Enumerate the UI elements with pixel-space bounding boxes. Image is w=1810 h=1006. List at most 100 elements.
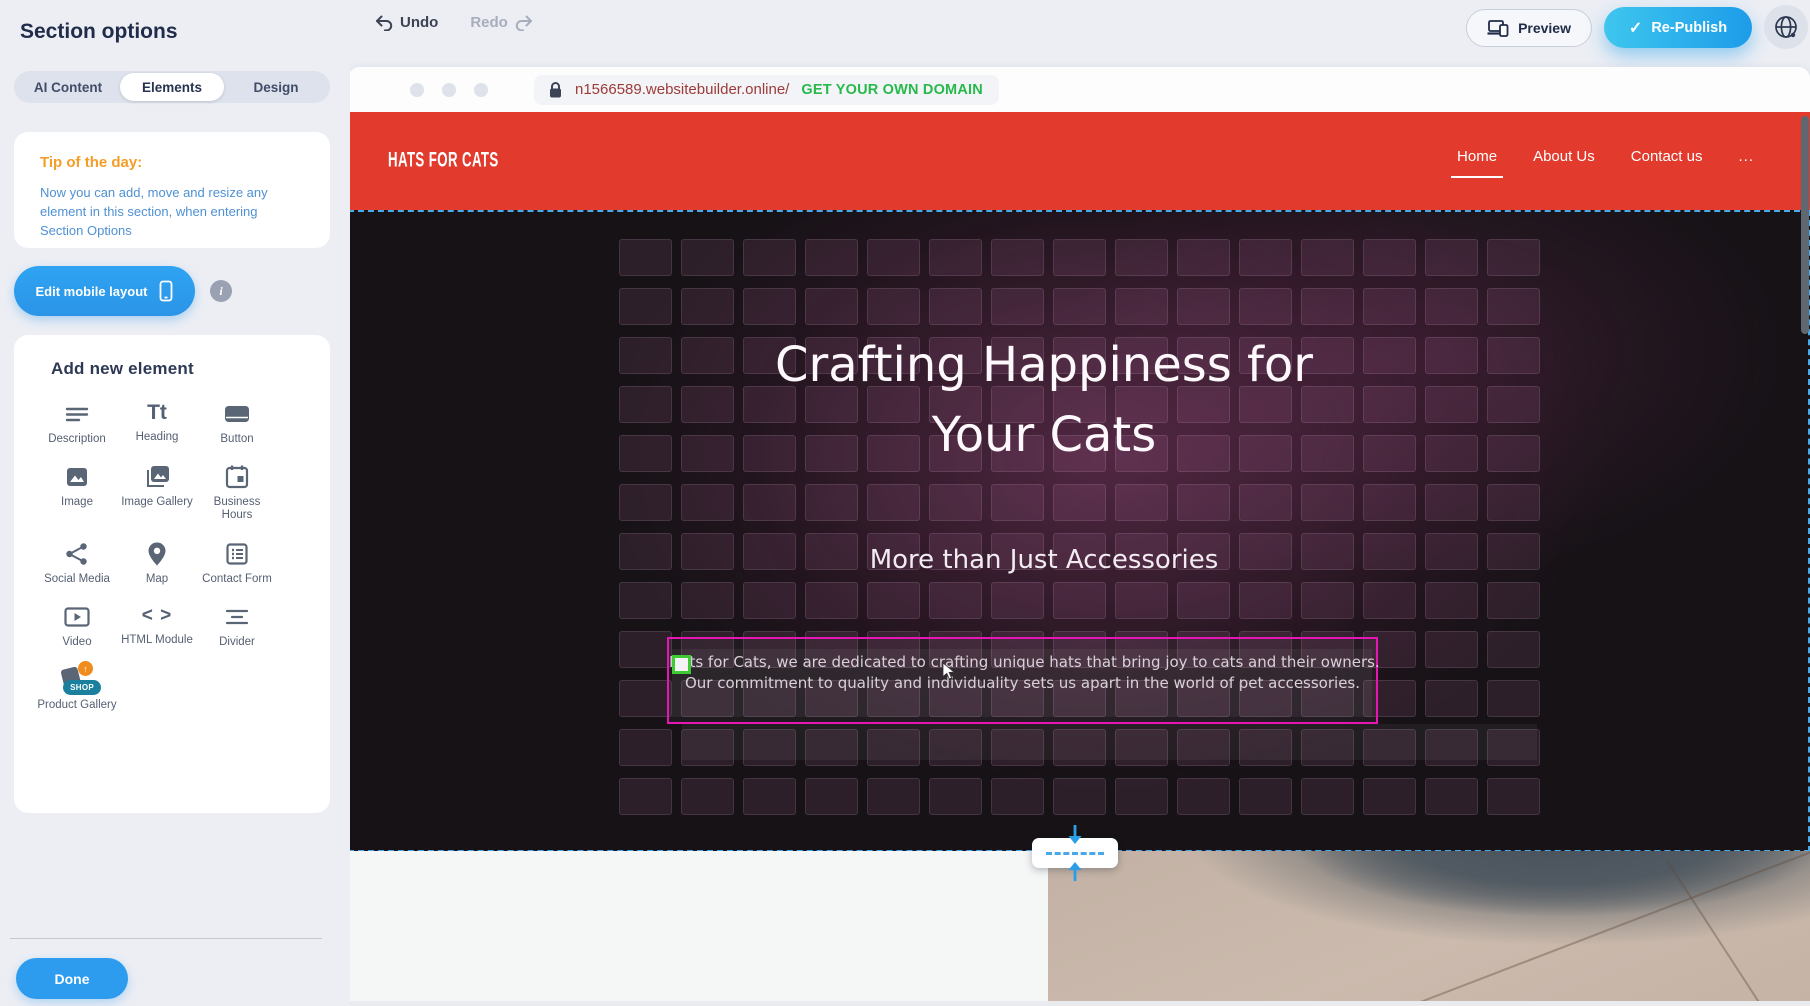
hero-tile (1425, 288, 1478, 325)
language-globe-button[interactable] (1764, 5, 1808, 49)
redo-icon (515, 15, 533, 31)
business-hours-icon (224, 464, 250, 490)
hero-tile (1425, 680, 1478, 717)
pavement-seam (1666, 860, 1809, 1006)
element-map[interactable]: Map (117, 541, 197, 586)
info-icon[interactable]: i (210, 280, 232, 302)
preview-button[interactable]: Preview (1466, 9, 1592, 47)
hero-tile (681, 484, 734, 521)
element-label: Heading (136, 431, 179, 444)
check-icon: ✓ (1629, 18, 1642, 38)
element-image-gallery[interactable]: Image Gallery (117, 464, 197, 522)
top-toolbar: Undo Redo Preview ✓ Re-Publish (350, 0, 1810, 58)
element-label: Business Hours (197, 496, 277, 522)
element-contact-form[interactable]: Contact Form (197, 541, 277, 586)
element-social-media[interactable]: Social Media (37, 541, 117, 586)
get-your-own-domain-link[interactable]: GET YOUR OWN DOMAIN (801, 82, 983, 98)
republish-button[interactable]: ✓ Re-Publish (1604, 7, 1752, 48)
html-module-icon: < > (142, 604, 172, 628)
edit-mobile-layout-button[interactable]: Edit mobile layout (14, 266, 195, 316)
nav-about-us[interactable]: About Us (1533, 148, 1595, 165)
hero-section-selected[interactable]: Crafting Happiness for Your Cats More th… (348, 210, 1810, 852)
hero-tile (805, 778, 858, 815)
hero-tile (1487, 680, 1540, 717)
site-header[interactable]: HATS FOR CATS Home About Us Contact us .… (348, 112, 1810, 210)
description-icon (64, 401, 90, 427)
element-label: HTML Module (121, 634, 193, 647)
tab-design[interactable]: Design (224, 73, 328, 101)
hero-tile (1363, 484, 1416, 521)
hero-tile (1177, 778, 1230, 815)
hero-tile (1487, 778, 1540, 815)
map-pin-icon (144, 541, 170, 567)
hero-tile (867, 239, 920, 276)
hero-tile (1239, 778, 1292, 815)
product-gallery-icon: ↑ SHOP (59, 667, 95, 693)
hero-tile (991, 288, 1044, 325)
element-grid: Description Tt Heading Button Image Imag… (37, 401, 330, 712)
redo-button[interactable]: Redo (470, 14, 533, 31)
mouse-cursor-icon (942, 662, 956, 680)
hero-tile (743, 484, 796, 521)
element-image[interactable]: Image (37, 464, 117, 522)
hero-tile (867, 582, 920, 619)
site-url[interactable]: n1566589.websitebuilder.online/ (575, 81, 789, 98)
undo-button[interactable]: Undo (375, 14, 438, 31)
video-icon (63, 604, 91, 630)
done-button[interactable]: Done (16, 958, 128, 999)
hero-tile (1425, 778, 1478, 815)
hero-tile (1115, 239, 1168, 276)
hero-tile (1177, 239, 1230, 276)
panel-tabs: AI Content Elements Design (14, 71, 330, 103)
element-business-hours[interactable]: Business Hours (197, 464, 277, 522)
element-divider[interactable]: Divider (197, 604, 277, 649)
hero-tile (1301, 239, 1354, 276)
paragraph-element-selected[interactable]: Hats for Cats, we are dedicated to craft… (667, 637, 1378, 724)
address-bar[interactable]: n1566589.websitebuilder.online/ GET YOUR… (534, 75, 999, 105)
next-section-pavement-image (1048, 851, 1810, 1006)
element-product-gallery[interactable]: ↑ SHOP Product Gallery (37, 667, 117, 712)
upgrade-arrow-badge: ↑ (78, 661, 93, 676)
nav-contact-us[interactable]: Contact us (1631, 148, 1703, 165)
element-heading[interactable]: Tt Heading (117, 401, 197, 446)
hero-tile (619, 288, 672, 325)
hero-tile (929, 484, 982, 521)
hero-tile (1487, 239, 1540, 276)
hero-tile (867, 288, 920, 325)
dot (474, 83, 488, 97)
preview-scrollbar-thumb[interactable] (1801, 116, 1809, 334)
tab-elements[interactable]: Elements (120, 73, 224, 101)
hero-subheading[interactable]: More than Just Accessories (350, 545, 1738, 575)
hero-tile (1115, 778, 1168, 815)
add-new-element-card: Add new element Description Tt Heading B… (14, 335, 330, 813)
tab-ai-content[interactable]: AI Content (16, 73, 120, 101)
site-logo[interactable]: HATS FOR CATS (388, 148, 499, 173)
element-description[interactable]: Description (37, 401, 117, 446)
paragraph-text: Hats for Cats, we are dedicated to craft… (669, 652, 1376, 694)
nav-more-ellipsis[interactable]: ... (1738, 148, 1754, 165)
element-html-module[interactable]: < > HTML Module (117, 604, 197, 649)
element-video[interactable]: Video (37, 604, 117, 649)
browser-chrome: n1566589.websitebuilder.online/ GET YOUR… (348, 67, 1810, 112)
lock-icon (548, 81, 563, 99)
element-label: Description (48, 433, 106, 446)
next-section-white-area (348, 851, 1048, 1006)
nav-home[interactable]: Home (1457, 148, 1497, 165)
sidebar-divider (10, 938, 322, 939)
hero-tile (743, 239, 796, 276)
hero-tile (929, 582, 982, 619)
devices-icon (1487, 19, 1509, 37)
hero-tile (991, 484, 1044, 521)
element-label: Contact Form (202, 573, 272, 586)
section-resize-handle[interactable] (1032, 838, 1118, 868)
hero-heading[interactable]: Crafting Happiness for Your Cats (350, 330, 1738, 470)
element-button[interactable]: Button (197, 401, 277, 446)
browser-dots (410, 83, 488, 97)
button-icon (223, 401, 251, 427)
hero-tile (743, 582, 796, 619)
hero-tile (619, 631, 672, 668)
element-drag-handle[interactable] (672, 655, 691, 674)
hero-tile (619, 680, 672, 717)
hero-tile (929, 239, 982, 276)
hero-tile (1363, 288, 1416, 325)
